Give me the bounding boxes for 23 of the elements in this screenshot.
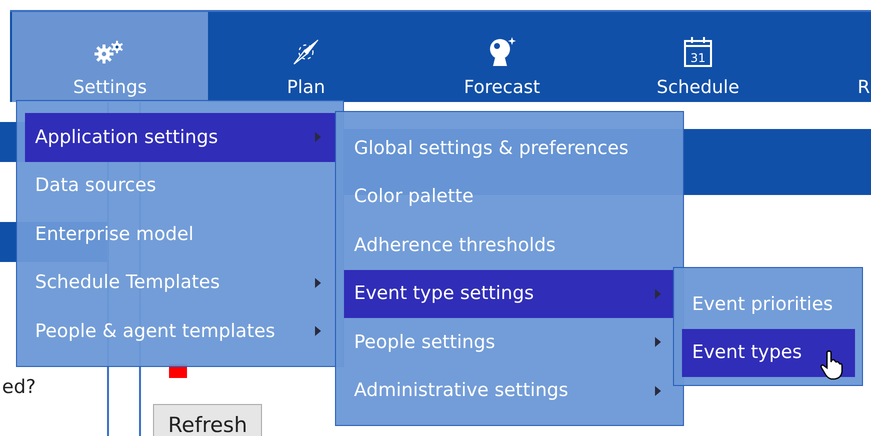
menu-item[interactable]: Enterprise model bbox=[25, 210, 335, 258]
menu-item[interactable]: Application settings bbox=[25, 113, 335, 162]
menu-item[interactable]: Adherence thresholds bbox=[344, 221, 675, 270]
question-text: ed? bbox=[2, 376, 36, 398]
menu-item[interactable]: People settings bbox=[344, 318, 675, 366]
menu-item[interactable]: Event priorities bbox=[682, 280, 855, 328]
nav-tab[interactable]: R bbox=[796, 12, 871, 102]
menu-item[interactable]: Color palette bbox=[344, 172, 675, 221]
nav-tab[interactable]: Forecast bbox=[404, 12, 600, 102]
compass-icon bbox=[291, 37, 321, 67]
menu-item[interactable]: Event types bbox=[682, 328, 855, 377]
menu-item[interactable]: Data sources bbox=[25, 162, 335, 210]
menu-item[interactable]: People & agent templates bbox=[25, 307, 335, 356]
menu-item[interactable]: Administrative settings bbox=[344, 366, 675, 415]
menu-item[interactable]: Global settings & preferences bbox=[344, 124, 675, 172]
nav-tab[interactable]: Settings bbox=[12, 12, 208, 102]
refresh-button[interactable]: Refresh bbox=[153, 404, 262, 436]
menu-item[interactable]: Event type settings bbox=[344, 270, 675, 318]
hand-cursor-icon bbox=[820, 350, 844, 380]
nav-tab[interactable]: Plan bbox=[208, 12, 404, 102]
nav-tab[interactable]: 31 Schedule bbox=[600, 12, 796, 102]
menu-item[interactable]: Schedule Templates bbox=[25, 258, 335, 307]
crystal-ball-icon bbox=[487, 36, 517, 68]
